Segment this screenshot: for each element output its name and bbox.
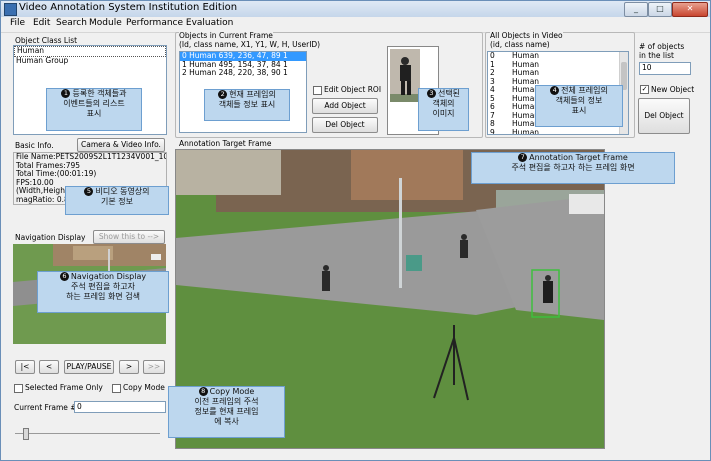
count-label-2: in the list	[639, 51, 674, 60]
del-object-all-button[interactable]: Del Object	[638, 98, 690, 134]
table-row[interactable]: 0 Human	[488, 52, 628, 61]
title-bar: Video Annotation System Institution Edit…	[1, 1, 710, 17]
del-object-button[interactable]: Del Object	[312, 117, 378, 133]
menu-performance-evaluation[interactable]: Performance Evaluation	[126, 18, 233, 28]
edit-roi-label: Edit Object ROI	[324, 85, 382, 94]
all-objects-title: All Objects in Video	[490, 31, 563, 40]
menu-bar: File Edit Search Module Performance Eval…	[1, 17, 710, 33]
edit-roi-checkbox[interactable]	[313, 86, 322, 95]
count-label-1: # of objects	[639, 42, 685, 51]
show-this-button[interactable]: Show this to -->	[93, 230, 165, 244]
tab-basic-info[interactable]: Basic Info.	[15, 141, 54, 150]
current-frame-label: Current Frame #	[14, 403, 77, 412]
object-class: Human	[512, 127, 540, 135]
first-frame-button[interactable]: |<	[15, 360, 35, 374]
tab-camera-video-info[interactable]: Camera & Video Info.	[77, 138, 165, 152]
list-item[interactable]: Human	[14, 46, 166, 57]
current-frame-field[interactable]: 0	[74, 401, 166, 413]
callout-5: 5 비디오 동영상의 기본 정보	[65, 186, 169, 215]
object-id: 9	[490, 127, 495, 135]
callout-2: 2 현재 프레임의 객체들 정보 표시	[204, 89, 290, 121]
callout-1: 1 등록한 객체들과 이벤트들의 리스트 표시	[46, 88, 142, 131]
current-frame-title: Objects in Current Frame	[179, 31, 273, 40]
add-object-button[interactable]: Add Object	[312, 98, 378, 114]
new-object-label: New Object	[651, 85, 695, 94]
prev-frame-button[interactable]: <	[39, 360, 59, 374]
table-row[interactable]: 1 Human	[488, 60, 628, 70]
frame-slider-track[interactable]	[15, 433, 160, 434]
selected-frame-only-checkbox[interactable]	[14, 384, 23, 393]
all-objects-subtitle: (id, class name)	[490, 40, 550, 49]
last-frame-button[interactable]: >>	[143, 360, 165, 374]
app-icon	[4, 3, 17, 16]
menu-search[interactable]: Search	[56, 18, 87, 28]
new-object-checkbox[interactable]: ✓	[640, 85, 649, 94]
callout-7: 7 Annotation Target Frame 주석 편집을 하고자 하는 프레…	[471, 152, 675, 184]
table-row[interactable]: 2 Human	[488, 68, 628, 78]
table-row[interactable]: 9 Human	[488, 127, 628, 135]
window-title: Video Annotation System Institution Edit…	[19, 2, 238, 13]
object-count-field[interactable]: 10	[639, 62, 691, 75]
list-item[interactable]: 2 Human 248, 220, 38, 90 1	[180, 68, 306, 78]
menu-edit[interactable]: Edit	[33, 18, 50, 28]
annotation-title: Annotation Target Frame	[179, 139, 272, 148]
object-class-title: Object Class List	[15, 36, 78, 45]
maximize-button[interactable]: □	[648, 2, 672, 17]
copy-mode-checkbox[interactable]	[112, 384, 121, 393]
callout-6: 6 Navigation Display 주석 편집을 하고자 하는 프레임 화면 …	[37, 271, 169, 313]
minimize-button[interactable]: _	[624, 2, 648, 17]
current-frame-subtitle: (Id, class name, X1, Y1, W, H, UserID)	[179, 40, 321, 49]
menu-file[interactable]: File	[10, 18, 25, 28]
selected-frame-only-label: Selected Frame Only	[25, 383, 103, 392]
menu-module[interactable]: Module	[89, 18, 122, 28]
next-frame-button[interactable]: >	[119, 360, 139, 374]
callout-4: 4 전체 프레임의 객체들의 정보 표시	[535, 85, 623, 127]
nav-title: Navigation Display	[15, 233, 86, 242]
app-window: Video Annotation System Institution Edit…	[0, 0, 711, 461]
play-pause-button[interactable]: PLAY/PAUSE	[64, 360, 114, 374]
callout-8: 8 Copy Mode 이전 프레임의 주석 정보를 현재 프레임 에 복사	[168, 386, 285, 438]
callout-3: 3 선택된 객체의 이미지	[418, 88, 469, 131]
copy-mode-label: Copy Mode	[123, 383, 165, 392]
frame-slider-thumb[interactable]	[23, 428, 29, 440]
close-button[interactable]: ✕	[672, 2, 708, 17]
list-item[interactable]: Human Group	[14, 56, 166, 66]
